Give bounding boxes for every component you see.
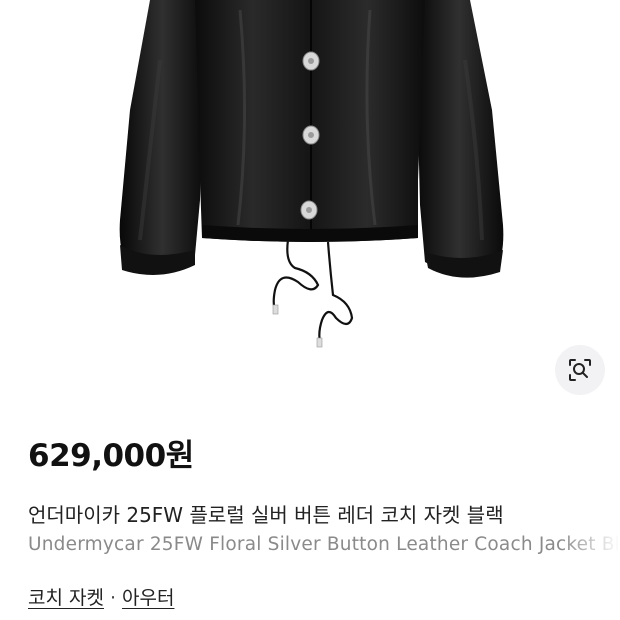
product-title-english: Undermycar 25FW Floral Silver Button Lea… — [28, 534, 620, 555]
category-separator: · — [109, 587, 117, 609]
product-title-korean: 언더마이카 25FW 플로럴 실버 버튼 레더 코치 자켓 블랙 — [28, 503, 504, 527]
category-breadcrumb: 코치 자켓 · 아우터 — [28, 583, 174, 610]
button-1 — [302, 51, 320, 71]
product-image[interactable] — [0, 0, 620, 400]
image-search-button[interactable] — [555, 345, 605, 395]
jacket-photo — [119, 0, 504, 348]
image-search-icon — [569, 359, 591, 381]
category-link-coach-jacket[interactable]: 코치 자켓 — [28, 583, 104, 610]
product-price: 629,000원 — [28, 438, 194, 474]
category-link-outer[interactable]: 아우터 — [122, 583, 174, 610]
